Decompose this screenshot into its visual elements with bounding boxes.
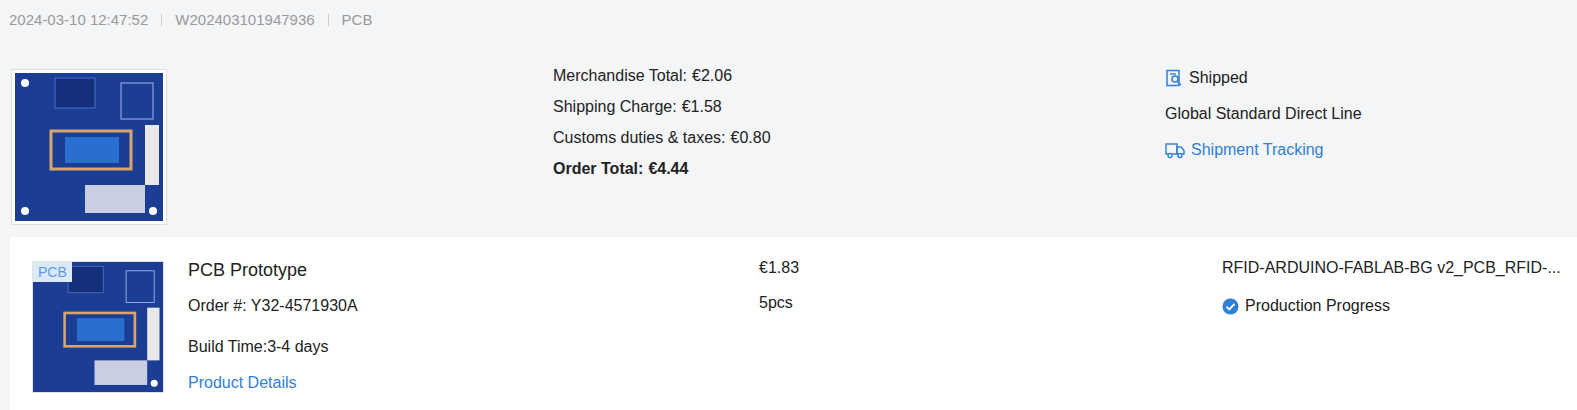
order-datetime: 2024-03-10 12:47:52: [9, 9, 148, 31]
pcb-image: [12, 70, 166, 224]
item-price: €1.83: [759, 256, 1222, 280]
item-file-info: RFID-ARDUINO-FABLAB-BG v2_PCB_RFID-... P…: [1222, 256, 1577, 410]
status-label: Shipped: [1189, 69, 1248, 87]
pcb-thumbnail[interactable]: PCB: [33, 262, 163, 392]
production-progress[interactable]: Production Progress: [1222, 294, 1571, 318]
summary-label: Customs duties & taxes:: [553, 122, 726, 153]
category-badge: PCB: [33, 262, 72, 282]
item-info: PCB Prototype Order #: Y32-4571930A Buil…: [188, 258, 759, 410]
summary-label: Shipping Charge:: [553, 91, 677, 122]
summary-value: €1.58: [682, 91, 722, 122]
item-name: PCB Prototype: [188, 258, 759, 282]
item-order-number: Order #: Y32-4571930A: [188, 294, 759, 318]
item-price-info: €1.83 5pcs: [759, 256, 1222, 410]
order-item: PCB PCB Prototype Order #: Y32-4571930A …: [10, 237, 1577, 410]
product-details-link[interactable]: Product Details: [188, 371, 759, 395]
total-value: €4.44: [648, 153, 688, 184]
price-summary: Merchandise Total: €2.06Shipping Charge:…: [553, 60, 1165, 237]
summary-line: Customs duties & taxes: €0.80: [553, 122, 1165, 153]
total-label: Order Total:: [553, 153, 643, 184]
shipping-method: Global Standard Direct Line: [1165, 96, 1577, 132]
order-summary: Merchandise Total: €2.06Shipping Charge:…: [0, 60, 1577, 237]
file-name: RFID-ARDUINO-FABLAB-BG v2_PCB_RFID-...: [1222, 256, 1571, 280]
check-circle-icon: [1222, 298, 1239, 315]
order-total: Order Total: €4.44: [553, 153, 1165, 184]
item-quantity: 5pcs: [759, 291, 1222, 315]
summary-line: Shipping Charge: €1.58: [553, 91, 1165, 122]
progress-label[interactable]: Production Progress: [1245, 294, 1390, 318]
summary-value: €0.80: [731, 122, 771, 153]
tracking-link[interactable]: Shipment Tracking: [1165, 132, 1577, 168]
status-row: Shipped: [1165, 60, 1577, 96]
order-header: 2024-03-10 12:47:52 W202403101947936 PCB: [0, 0, 1577, 31]
summary-label: Merchandise Total:: [553, 60, 687, 91]
order-category: PCB: [342, 9, 373, 31]
tracking-label[interactable]: Shipment Tracking: [1191, 141, 1324, 159]
separator: [161, 14, 162, 26]
order-page: 2024-03-10 12:47:52 W202403101947936 PCB…: [0, 0, 1577, 410]
shipping-status: Shipped Global Standard Direct Line Ship…: [1165, 60, 1577, 237]
separator: [328, 14, 329, 26]
order-id: W202403101947936: [175, 9, 314, 31]
item-build-time: Build Time:3-4 days: [188, 335, 759, 359]
truck-icon: [1165, 141, 1185, 159]
summary-value: €2.06: [692, 60, 732, 91]
summary-line: Merchandise Total: €2.06: [553, 60, 1165, 91]
shipped-icon: [1165, 69, 1183, 87]
